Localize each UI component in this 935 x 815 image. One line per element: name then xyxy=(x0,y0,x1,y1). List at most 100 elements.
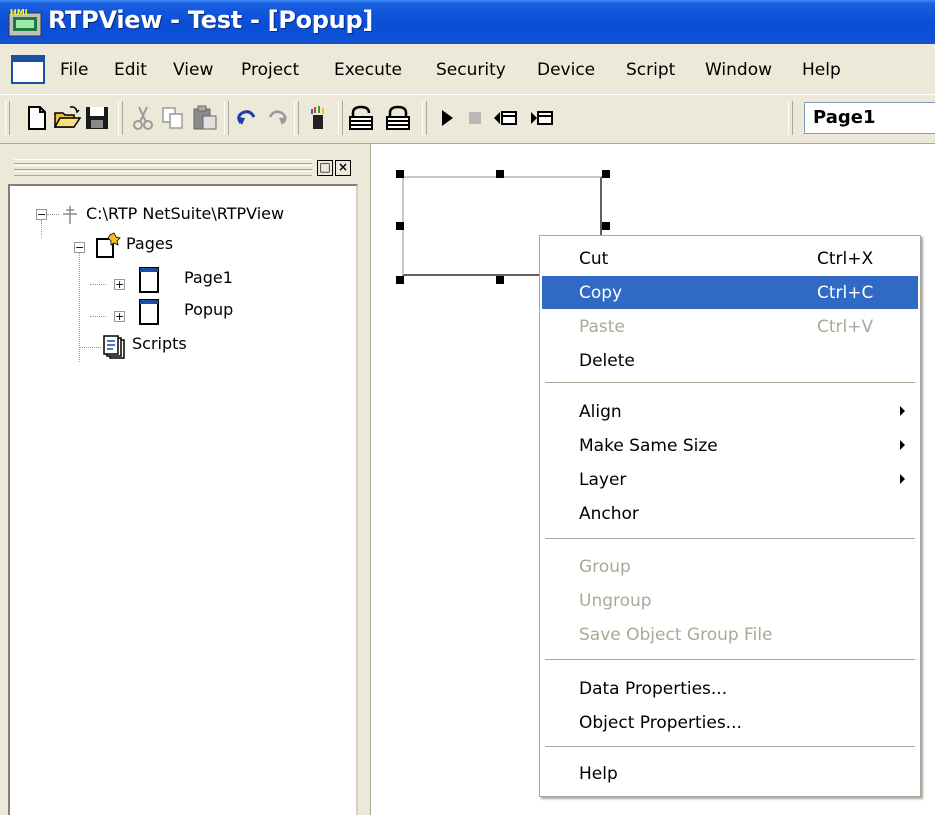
panel-grip[interactable] xyxy=(14,171,312,176)
menu-copy[interactable]: Copy Ctrl+C xyxy=(542,276,918,309)
toolbar: Page1 xyxy=(0,94,935,144)
lock-open-icon[interactable] xyxy=(346,103,376,133)
menu-separator xyxy=(545,538,915,539)
page-select[interactable]: Page1 xyxy=(804,102,935,134)
open-folder-icon[interactable] xyxy=(52,103,82,133)
collapse-pages-toggle[interactable]: − xyxy=(74,242,85,253)
panel-grip[interactable] xyxy=(14,159,312,164)
cut-icon[interactable] xyxy=(128,103,158,133)
menu-data-properties-label: Data Properties... xyxy=(579,679,728,699)
menu-object-properties[interactable]: Object Properties... xyxy=(542,706,918,739)
menu-window[interactable]: Window xyxy=(705,60,772,80)
tree-root-label[interactable]: C:\RTP NetSuite\RTPView xyxy=(86,204,284,223)
document-window-icon[interactable] xyxy=(11,55,45,84)
submenu-arrow-icon xyxy=(900,406,905,416)
scripts-icon xyxy=(103,335,125,359)
menu-view[interactable]: View xyxy=(173,60,213,80)
menu-cut-shortcut: Ctrl+X xyxy=(817,249,874,269)
menu-delete[interactable]: Delete xyxy=(542,344,918,377)
hmi-app-icon[interactable]: HMI xyxy=(8,7,42,37)
panel-close-button[interactable]: × xyxy=(335,160,351,176)
menu-delete-label: Delete xyxy=(579,351,635,371)
menu-separator xyxy=(545,659,915,660)
expand-page1-toggle[interactable]: + xyxy=(114,279,125,290)
menu-paste-shortcut: Ctrl+V xyxy=(817,317,874,337)
tree-line xyxy=(47,214,59,216)
menu-edit[interactable]: Edit xyxy=(114,60,147,80)
menu-anchor-label: Anchor xyxy=(579,504,639,524)
svg-text:HMI: HMI xyxy=(10,8,28,17)
paste-icon[interactable] xyxy=(190,103,220,133)
next-page-icon[interactable] xyxy=(526,103,556,133)
menu-make-same-size[interactable]: Make Same Size xyxy=(542,429,918,462)
menu-save-object-group-label: Save Object Group File xyxy=(579,625,773,645)
menu-layer[interactable]: Layer xyxy=(542,463,918,496)
menu-copy-shortcut: Ctrl+C xyxy=(817,283,874,303)
menu-group-label: Group xyxy=(579,557,631,577)
play-icon[interactable] xyxy=(432,103,462,133)
resize-handle[interactable] xyxy=(396,222,404,230)
toolbar-separator xyxy=(224,101,229,135)
expand-popup-toggle[interactable]: + xyxy=(114,311,125,322)
project-tree: − C:\RTP NetSuite\RTPView − Pages + Page… xyxy=(8,184,358,815)
root-folder-icon xyxy=(63,206,77,224)
menu-help-label: Help xyxy=(579,764,618,784)
copy-icon[interactable] xyxy=(158,103,188,133)
tree-pages-label[interactable]: Pages xyxy=(126,234,173,253)
page-select-value: Page1 xyxy=(813,107,876,128)
menu-save-object-group[interactable]: Save Object Group File xyxy=(542,618,918,651)
menu-help-item[interactable]: Help xyxy=(542,757,918,790)
menu-file[interactable]: File xyxy=(60,60,88,80)
menu-paste[interactable]: Paste Ctrl+V xyxy=(542,310,918,343)
tree-popup-label[interactable]: Popup xyxy=(184,300,233,319)
resize-handle[interactable] xyxy=(396,170,404,178)
tree-line xyxy=(79,347,101,349)
tree-page1-label[interactable]: Page1 xyxy=(184,268,233,287)
resize-handle[interactable] xyxy=(396,276,404,284)
menu-ungroup-label: Ungroup xyxy=(579,591,652,611)
collapse-root-toggle[interactable]: − xyxy=(36,209,47,220)
resize-handle[interactable] xyxy=(602,170,610,178)
submenu-arrow-icon xyxy=(900,440,905,450)
menu-anchor[interactable]: Anchor xyxy=(542,497,918,530)
save-icon[interactable] xyxy=(82,103,112,133)
menu-device[interactable]: Device xyxy=(537,60,595,80)
new-file-icon[interactable] xyxy=(22,103,52,133)
redo-icon[interactable] xyxy=(262,103,292,133)
menu-project[interactable]: Project xyxy=(241,60,299,80)
toolbar-separator xyxy=(338,101,343,135)
lock-icon[interactable] xyxy=(383,103,413,133)
menu-cut[interactable]: Cut Ctrl+X xyxy=(542,242,918,275)
menu-align[interactable]: Align xyxy=(542,395,918,428)
menu-ungroup[interactable]: Ungroup xyxy=(542,584,918,617)
context-menu: Cut Ctrl+X Copy Ctrl+C Paste Ctrl+V Dele… xyxy=(539,235,921,797)
stop-icon[interactable] xyxy=(460,103,490,133)
pages-folder-icon xyxy=(96,232,121,258)
resize-handle[interactable] xyxy=(602,222,610,230)
undo-icon[interactable] xyxy=(232,103,262,133)
resize-handle[interactable] xyxy=(496,276,504,284)
page-icon xyxy=(139,299,159,325)
menu-security[interactable]: Security xyxy=(436,60,506,80)
prev-page-icon[interactable] xyxy=(490,103,520,133)
menu-data-properties[interactable]: Data Properties... xyxy=(542,672,918,705)
window-title: RTPView - Test - [Popup] xyxy=(48,6,374,34)
toolbar-separator xyxy=(422,101,427,135)
menu-align-label: Align xyxy=(579,402,622,422)
menu-execute[interactable]: Execute xyxy=(334,60,402,80)
toolbar-separator xyxy=(788,101,793,135)
menu-object-properties-label: Object Properties... xyxy=(579,713,742,733)
tree-scripts-label[interactable]: Scripts xyxy=(132,334,187,353)
panel-grip[interactable] xyxy=(14,165,312,170)
panel-float-button[interactable]: □ xyxy=(317,160,333,176)
menu-script[interactable]: Script xyxy=(626,60,675,80)
wand-icon[interactable] xyxy=(304,103,334,133)
menu-help[interactable]: Help xyxy=(802,60,841,80)
resize-handle[interactable] xyxy=(496,170,504,178)
menu-separator xyxy=(545,746,915,747)
menu-make-same-size-label: Make Same Size xyxy=(579,436,718,456)
page-icon xyxy=(139,267,159,293)
menu-group[interactable]: Group xyxy=(542,550,918,583)
toolbar-grip[interactable] xyxy=(5,101,10,135)
menu-separator xyxy=(545,382,915,383)
